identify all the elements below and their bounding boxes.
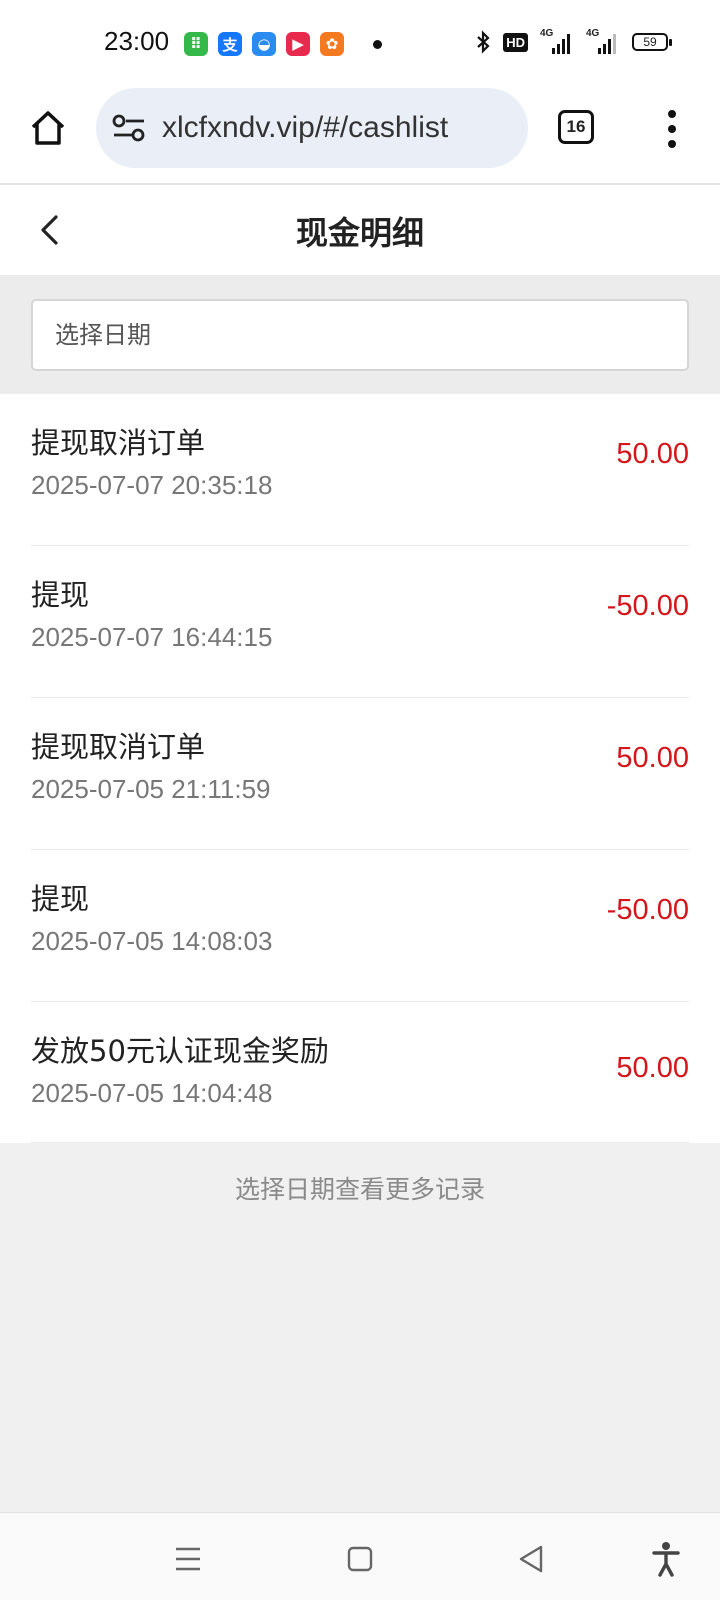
record-title: 提现 bbox=[31, 882, 90, 916]
status-time: 23:00 bbox=[104, 26, 170, 56]
address-bar[interactable]: xlcfxndv.vip/#/cashlist bbox=[96, 88, 528, 168]
home-square-icon[interactable] bbox=[340, 1539, 380, 1579]
record-amount: -50.00 bbox=[606, 894, 689, 926]
record-time: 2025-07-05 14:08:03 bbox=[31, 926, 273, 956]
signal-network-label-2: 4G bbox=[586, 28, 600, 39]
record-title: 提现取消订单 bbox=[31, 730, 206, 764]
record-amount: -50.00 bbox=[606, 590, 689, 622]
cash-record-row[interactable]: 发放50元认证现金奖励 2025-07-05 14:04:48 50.00 bbox=[31, 1002, 689, 1143]
record-title: 提现 bbox=[31, 578, 90, 612]
page-title: 现金明细 bbox=[295, 214, 424, 252]
signal-network-label: 4G bbox=[540, 28, 554, 39]
android-store-icon: ⠿ bbox=[184, 32, 208, 56]
url-text: xlcfxndv.vip/#/cashlist bbox=[162, 111, 449, 144]
system-navigation-bar bbox=[0, 1512, 720, 1600]
tab-switcher-button[interactable]: 16 bbox=[558, 110, 594, 144]
more-notifications-dot bbox=[373, 40, 382, 49]
record-time: 2025-07-05 21:11:59 bbox=[31, 774, 271, 804]
menu-icon[interactable] bbox=[168, 1539, 208, 1579]
record-amount: 50.00 bbox=[616, 742, 689, 774]
cloud-icon: ◒ bbox=[252, 32, 276, 56]
accessibility-icon[interactable] bbox=[646, 1539, 686, 1579]
cash-record-row[interactable]: 提现 2025-07-05 14:08:03 -50.00 bbox=[31, 850, 689, 1002]
more-records-hint: 选择日期查看更多记录 bbox=[234, 1175, 485, 1204]
back-triangle-icon[interactable] bbox=[512, 1539, 552, 1579]
alipay-icon: 支 bbox=[218, 32, 242, 56]
site-settings-icon[interactable] bbox=[112, 113, 146, 143]
signal-strength-icon-2: 4G bbox=[586, 28, 620, 54]
date-filter-area bbox=[0, 275, 720, 394]
battery-icon: 59 bbox=[632, 33, 672, 51]
record-title: 发放50元认证现金奖励 bbox=[31, 1034, 329, 1068]
hd-voice-badge: HD bbox=[503, 32, 528, 52]
signal-strength-icon: 4G bbox=[540, 28, 574, 54]
cash-record-row[interactable]: 提现取消订单 2025-07-05 21:11:59 50.00 bbox=[31, 698, 689, 850]
record-amount: 50.00 bbox=[616, 1052, 689, 1084]
record-time: 2025-07-05 14:04:48 bbox=[31, 1078, 273, 1108]
notification-icons: ⠿ 支 ◒ ▶ ✿ bbox=[184, 32, 344, 56]
status-indicators: HD 4G 4G 59 bbox=[475, 28, 672, 54]
bluetooth-icon bbox=[477, 30, 490, 54]
status-bar: 23:00 ⠿ 支 ◒ ▶ ✿ HD 4G 4G 59 bbox=[0, 0, 720, 88]
cash-record-list: 提现取消订单 2025-07-07 20:35:18 50.00 提现 2025… bbox=[0, 394, 720, 1143]
browser-toolbar: xlcfxndv.vip/#/cashlist 16 bbox=[0, 88, 720, 185]
page-header: 现金明细 bbox=[0, 185, 720, 275]
orange-app-icon: ✿ bbox=[320, 32, 344, 56]
record-time: 2025-07-07 16:44:15 bbox=[31, 622, 273, 652]
cash-record-row[interactable]: 提现 2025-07-07 16:44:15 -50.00 bbox=[31, 546, 689, 698]
date-picker-input[interactable] bbox=[31, 299, 689, 371]
record-title: 提现取消订单 bbox=[31, 426, 206, 460]
home-icon[interactable] bbox=[28, 108, 68, 148]
record-time: 2025-07-07 20:35:18 bbox=[31, 470, 273, 500]
video-icon: ▶ bbox=[286, 32, 310, 56]
record-amount: 50.00 bbox=[616, 438, 689, 470]
browser-menu-icon[interactable] bbox=[662, 110, 682, 148]
cash-record-row[interactable]: 提现取消订单 2025-07-07 20:35:18 50.00 bbox=[31, 394, 689, 546]
